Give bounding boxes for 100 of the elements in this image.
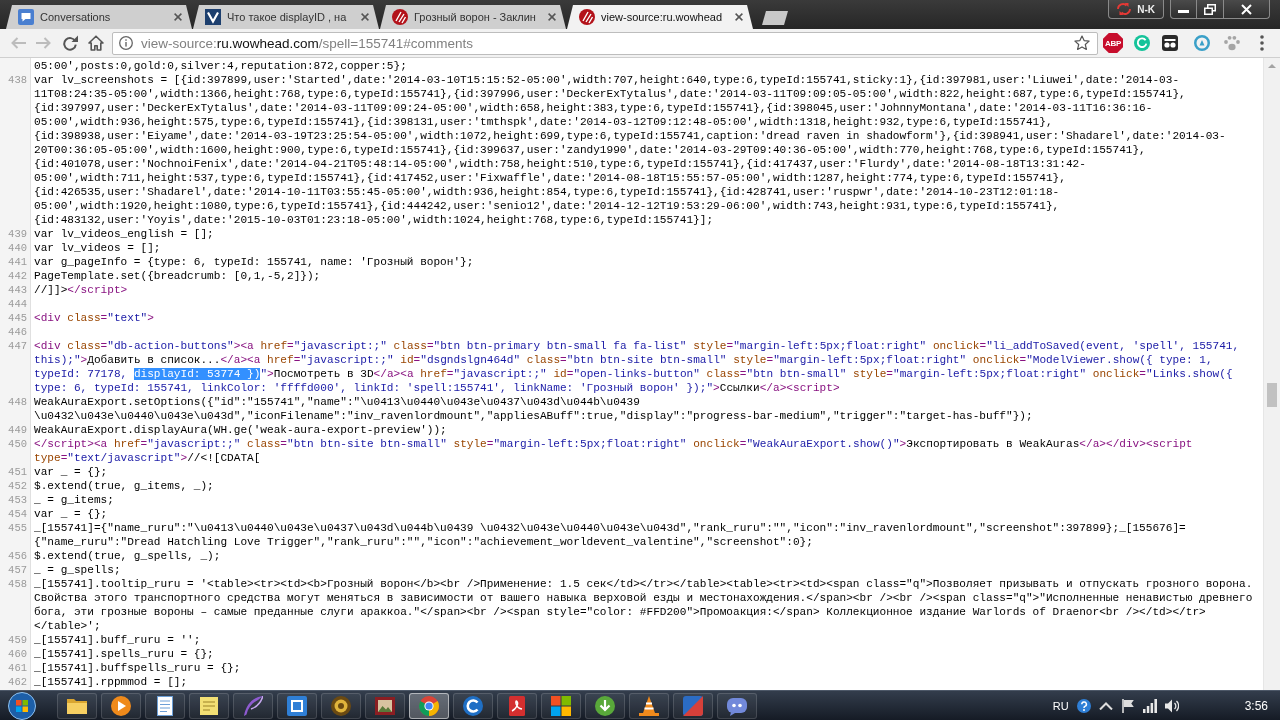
- code-line: _[155741].spells_ruru = {};: [34, 647, 214, 661]
- minimize-icon: [1178, 10, 1189, 13]
- close-button[interactable]: [1224, 0, 1270, 19]
- start-menu-icon[interactable]: [8, 691, 36, 720]
- language-indicator[interactable]: RU: [1052, 699, 1069, 712]
- code-line: </script><a href="javascript:;" class="btn btn-site btn-small" style="margin-left:5px;float:right" onclick="WeakAuraExport.show()">Экспортировать в WeakAuras</a></div><script: [34, 437, 1193, 451]
- line-number: 448: [8, 396, 27, 408]
- taskbar-button[interactable]: [189, 692, 229, 719]
- line-number: 455: [8, 522, 27, 534]
- taskbar-button[interactable]: [585, 692, 625, 719]
- code-line: _[155741]={"name_ruru":"\u0413\u0440\u043e\u0437\u043d\u044b\u0439 \u0432\u043e\u0440\u043e\u043d","rank_ruru":"","icon":"inv_ravenlordmount","screenshot":397899};_[155676]=: [34, 521, 1186, 535]
- taskbar-button[interactable]: [541, 692, 581, 719]
- browser-tab[interactable]: view-source:ru.wowhead: [567, 5, 753, 29]
- taskbar-button[interactable]: [57, 692, 97, 719]
- close-icon[interactable]: [548, 13, 556, 21]
- minimize-button[interactable]: [1170, 0, 1197, 19]
- taskbar-button[interactable]: [453, 692, 493, 719]
- line-number: 453: [8, 494, 27, 506]
- reload-icon[interactable]: [62, 35, 78, 51]
- code-line: {id:398938,user:'Eiyame',date:'2014-03-19T23:25:54-05:00',width:1072,height:699,type:6,typeId:155741,caption:'dread raven in shadowform'},{id:398941,user:'Shadarel',date:'2014-03-: [34, 129, 1226, 143]
- code-line: <div class="db-action-buttons"><a href="javascript:;" class="btn btn-primary btn-small fa fa-list" style="margin-left:5px;float:right" onclick="li_addToSaved(event, 'spell', 155741,: [34, 339, 1240, 353]
- code-line: <div class="text">: [34, 311, 154, 325]
- chat-bubble-icon: [727, 695, 747, 716]
- code-line: var _ = {};: [34, 507, 108, 521]
- code-line: </table>';: [34, 619, 101, 633]
- clock[interactable]: 3:56: [1244, 698, 1268, 713]
- code-line: Свойства этого транспортного средства могут меняться в зависимости от вашего навыка верховой езды и местонахождения.</span><br /><br /><span class="q">"Исполненные ненавистью древнего: [34, 591, 1253, 605]
- line-number: 459: [8, 634, 27, 646]
- code-line: {id:401078,user:'NochnoiFenix',date:'2014-04-21T05:48:14-05:00',width:758,height:510,type:6,typeId:155741},{id:417437,user:'Flurdy',date:'2014-08-18T13:31:42-: [34, 157, 1086, 171]
- code-line: type="text/javascript">//<![CDATA[: [34, 451, 261, 465]
- sync-icon: [1117, 3, 1132, 15]
- extension-button[interactable]: ABP: [1103, 33, 1123, 53]
- goggles-icon[interactable]: [1162, 35, 1178, 51]
- info-icon[interactable]: [119, 36, 133, 50]
- close-icon[interactable]: [174, 13, 182, 21]
- code-line: _[155741].buff_ruru = '';: [34, 633, 201, 647]
- line-number: 461: [8, 662, 27, 674]
- taskbar-button[interactable]: [497, 692, 537, 719]
- code-line: 05:00',width:711,height:537,type:6,typeId:155741},{id:417452,user:'Fixwaffle',date:'2014-08-18T15:55:57-05:00',width:1287,height:774,type:6,typeId:155741},: [34, 171, 1066, 185]
- claw-marks-icon: [579, 9, 595, 25]
- signal-bars-icon[interactable]: [1142, 698, 1157, 713]
- code-line: 05:00',width:1920,height:1080,type:6,typeId:155741},{id:444242,user:'senio12',date:'2014-12-12T19:53:29-06:00',width:743,height:931,type:6,typeId:155741},: [34, 199, 1060, 213]
- browser-tab[interactable]: Conversations: [6, 5, 192, 29]
- scrollbar[interactable]: [1263, 58, 1280, 690]
- code-line: {id:426535,user:'Shadarel',date:'2014-10-11T03:55:45-05:00',width:936,height:854,type:6,typeId:155741},{id:428741,user:'ruspwr',date:'2014-10-23T12:01:18-: [34, 185, 1060, 199]
- address-bar[interactable]: view-source:ru.wowhead.com/spell=155741#comments: [112, 31, 1098, 55]
- line-number: 444: [8, 298, 27, 310]
- code-line: 11T08:24:35-05:00',width:1366,height:768,type:6,typeId:155741},{id:397996,user:'DeckerExTytalus',date:'2014-03-11T09:09:05-05:00',width:822,height:687,type:6,typeId:155741},: [34, 87, 1186, 101]
- taskbar-button[interactable]: [629, 692, 669, 719]
- close-icon[interactable]: [361, 13, 369, 21]
- restore-button[interactable]: [1197, 0, 1224, 19]
- taskbar-button[interactable]: [277, 692, 317, 719]
- code-line: var lv_videos_english = [];: [34, 227, 214, 241]
- code-line: \u0432\u043e\u0440\u043e\u043d","iconFilename":"inv_ravenlordmount","appliesABuff":true,"display":"progress-bar-medium","trigger":"target-has-buff"});: [34, 409, 1033, 423]
- taskbar-button[interactable]: [321, 692, 361, 719]
- code-line: {id:397997,user:'DeckerExTytalus',date:'2014-03-11T09:09:24-05:00',width:658,height:383,type:6,typeId:155741},{id:398045,user:'JohnnyMontana',date:'2014-03-11T16:36:16-: [34, 101, 1153, 115]
- picture-icon: [375, 695, 395, 716]
- star-icon[interactable]: [1074, 35, 1090, 51]
- line-number: 460: [8, 648, 27, 660]
- code-line: 05:00',posts:0,gold:0,silver:4,reputation:872,copper:5};: [34, 59, 407, 73]
- flag-icon[interactable]: [1120, 698, 1135, 713]
- taskbar-button[interactable]: [145, 692, 185, 719]
- browser-tab[interactable]: Грозный ворон - Заклин: [380, 5, 566, 29]
- new-tab-button[interactable]: [762, 11, 788, 25]
- speaker-icon[interactable]: [1164, 698, 1179, 713]
- line-number: 454: [8, 508, 27, 520]
- code-line: _ = g_spells;: [34, 563, 121, 577]
- code-line: _[155741].rppmmod = [];: [34, 675, 188, 689]
- claw-marks-icon: [392, 9, 408, 25]
- arc-icon: [463, 695, 483, 716]
- line-number: 445: [8, 312, 27, 324]
- code-line: {id:483132,user:'Yoyis',date:'2015-10-03T01:23:18-05:00',width:1024,height:768,type:6,typeId:155741}];: [34, 213, 714, 227]
- code-line: typeId: 77178, displayId: 53774 })">Посмотреть в 3D</a><a href="javascript:;" id="open-links-button" class="btn btn-small" style="margin-left:5px;float:right" onclick="Links.show({: [34, 367, 1233, 381]
- taskbar-button[interactable]: [101, 692, 141, 719]
- profile-button[interactable]: N-K: [1108, 0, 1164, 19]
- menu-icon[interactable]: [1260, 35, 1264, 51]
- scrollbar-thumb[interactable]: [1267, 383, 1277, 407]
- home-icon[interactable]: [88, 35, 104, 51]
- document-icon: [507, 695, 527, 716]
- line-number: 446: [8, 326, 27, 338]
- code-line: PageTemplate.set({breadcrumb: [0,1,-5,2]});: [34, 269, 321, 283]
- taskbar-button[interactable]: [409, 692, 449, 719]
- caret-up-icon[interactable]: [1098, 701, 1113, 710]
- line-number: 462: [8, 676, 27, 688]
- browser-tab[interactable]: Что такое displayID , на: [193, 5, 379, 29]
- chat-icon: [18, 9, 34, 25]
- code-line: {"name_ruru":"Dread Hatchling Love Trigger","rank_ruru":"","icon":"achievement_worldevent_valentine","screenshot":0};: [34, 535, 813, 549]
- line-number: 438: [8, 74, 27, 86]
- help-icon[interactable]: [1076, 698, 1091, 713]
- taskbar-button[interactable]: [717, 692, 757, 719]
- ring-icon[interactable]: [1194, 35, 1210, 51]
- taskbar-button[interactable]: [365, 692, 405, 719]
- line-number: 443: [8, 284, 27, 296]
- tile-icon: [287, 695, 307, 716]
- code-line: var lv_videos = [];: [34, 241, 161, 255]
- line-number: 452: [8, 480, 27, 492]
- line-number: 441: [8, 256, 27, 268]
- code-line: $.extend(true, g_items, _);: [34, 479, 214, 493]
- code-line: 05:00',width:936,height:575,type:6,typeId:155741},{id:398131,user:'tmthspk',date:'2014-03-12T09:12:48-05:00',width:1318,height:932,type:6,typeId:155741},: [34, 115, 1053, 129]
- close-icon[interactable]: [735, 13, 743, 21]
